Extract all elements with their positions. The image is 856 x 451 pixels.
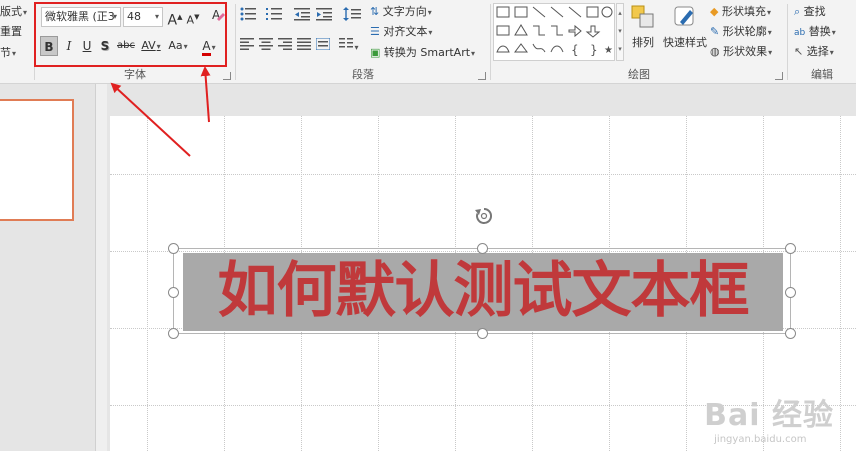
workspace: 如何默认测试文本框 Bai 经验 jingyan.baidu.com [0,84,856,451]
columns-button[interactable]: ▾ [336,36,362,56]
text-direction-button[interactable]: ⇅ 文字方向▾ [370,2,432,22]
line-spacing-icon [343,7,361,21]
convert-smartart-button[interactable]: ▣ 转换为 SmartArt▾ [370,43,475,63]
align-left-icon [240,38,254,50]
annotation-highlight-box [34,2,227,67]
numbering-icon [266,8,282,20]
arrange-button[interactable]: 排列 [626,4,660,60]
resize-handle-right[interactable] [785,287,796,298]
align-center-icon [259,38,273,50]
resize-handle-bottom-right[interactable] [785,328,796,339]
align-left-button[interactable] [238,36,256,56]
numbering-button[interactable] [262,7,288,27]
slide-canvas[interactable]: 如何默认测试文本框 Bai 经验 jingyan.baidu.com [110,116,856,451]
columns-icon [339,38,354,48]
watermark-logo: Bai 经验 [704,398,834,433]
slide-thumbnail[interactable] [0,99,74,221]
shape-outline-button[interactable]: ✎ 形状轮廓▾ [710,22,772,42]
decrease-indent-icon [294,8,310,21]
resize-handle-left[interactable] [168,287,179,298]
quick-styles-icon [674,6,694,26]
editing-group: ⌕ 查找 ab 替换▾ ↖ 选择▾ 编辑 [788,0,856,84]
shapes-gallery-icons: {} ★ [496,6,613,57]
shapes-gallery-scroll[interactable]: ▴ ▾ ▾ [616,3,624,61]
reset-button[interactable]: 重置 [0,22,22,42]
align-right-icon [278,38,292,50]
shapes-gallery[interactable]: {} ★ [493,3,615,61]
rotate-handle-icon[interactable] [473,205,495,227]
justify-button[interactable] [295,36,313,56]
svg-text:}: } [590,43,598,57]
section-button[interactable]: 节▾ [0,43,16,63]
slides-group: 版式▾ 重置 节▾ [0,0,32,84]
find-button[interactable]: ⌕ 查找 [794,2,826,22]
quick-styles-button[interactable]: 快速样式 [661,4,709,60]
font-group-label: 字体 [124,68,146,81]
font-dialog-launcher[interactable] [223,72,231,80]
increase-indent-icon [316,8,332,21]
align-center-button[interactable] [257,36,275,56]
paragraph-group: ⇅ 文字方向▾ ☰ 对齐文本▾ ▣ 转换为 SmartArt▾ ▾ 段落 [236,0,490,84]
ribbon: 版式▾ 重置 节▾ 微软雅黑 (正3 ▾ 48 ▾ A▲ A▼ A B I U S … [0,0,856,84]
shape-fill-button[interactable]: ◆ 形状填充▾ [710,2,771,22]
bullets-icon [240,7,256,21]
drawing-dialog-launcher[interactable] [775,72,783,80]
increase-indent-button[interactable] [314,7,334,27]
resize-handle-top-left[interactable] [168,243,179,254]
align-right-button[interactable] [276,36,294,56]
svg-text:★: ★ [604,45,613,56]
svg-text:{: { [571,43,579,57]
distributed-icon [315,37,331,51]
watermark-url: jingyan.baidu.com [714,434,807,445]
drawing-group-label: 绘图 [628,68,650,81]
resize-handle-top[interactable] [477,243,488,254]
resize-handle-bottom[interactable] [477,328,488,339]
selected-textbox[interactable]: 如何默认测试文本框 [168,207,796,339]
slide-thumbnail-panel[interactable] [0,84,95,451]
bullets-button[interactable] [238,7,260,27]
line-spacing-button[interactable] [340,7,364,27]
paragraph-dialog-launcher[interactable] [478,72,486,80]
panel-divider[interactable] [95,84,107,451]
shape-effects-button[interactable]: ◍ 形状效果▾ [710,42,772,62]
paragraph-group-label: 段落 [352,68,374,81]
textbox-text[interactable]: 如何默认测试文本框 [183,251,783,331]
replace-button[interactable]: ab 替换▾ [794,22,836,42]
align-text-button[interactable]: ☰ 对齐文本▾ [370,22,432,42]
arrange-icon [631,5,654,28]
resize-handle-top-right[interactable] [785,243,796,254]
select-button[interactable]: ↖ 选择▾ [794,42,834,62]
resize-handle-bottom-left[interactable] [168,328,179,339]
editing-group-label: 编辑 [811,68,833,81]
drawing-group: {} ★ ▴ ▾ ▾ 排列 快速样式 ◆ 形状填充▾ ✎ 形状轮廓▾ ◍ 形状效果▾ … [491,0,787,84]
layout-button[interactable]: 版式▾ [0,2,27,22]
baidu-watermark: Bai 经验 jingyan.baidu.com [704,390,834,445]
decrease-indent-button[interactable] [292,7,312,27]
distributed-button[interactable] [314,36,332,56]
justify-icon [297,38,311,50]
